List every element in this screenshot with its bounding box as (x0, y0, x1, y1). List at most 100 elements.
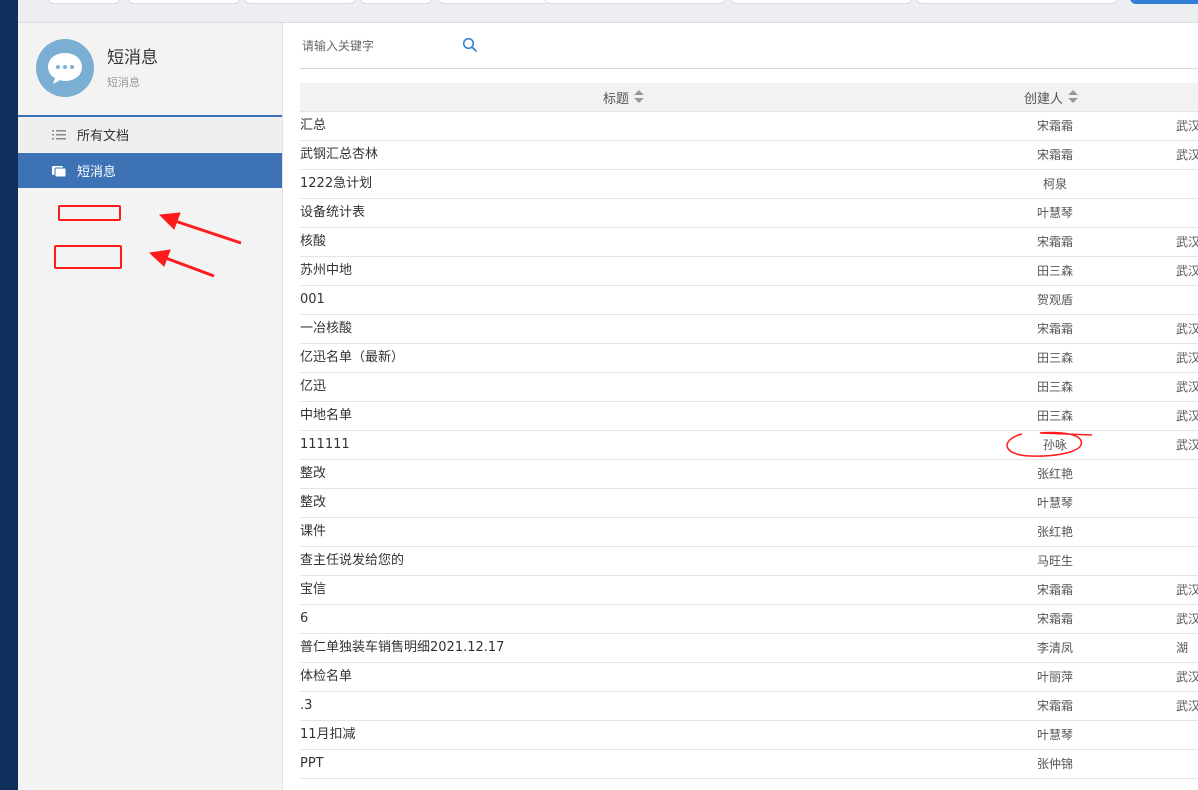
cell-title[interactable]: 亿迅 (300, 373, 326, 401)
top-tab[interactable] (916, 0, 1118, 4)
cell-title[interactable]: 1222急计划 (300, 170, 372, 198)
cell-title[interactable]: 001 (300, 286, 325, 314)
cell-department: 武汉 (1176, 612, 1198, 626)
cell-title[interactable]: 亿迅名单（最新） (300, 344, 404, 372)
cell-creator: 孙咏 (1042, 438, 1067, 452)
chat-bubble-icon (36, 39, 94, 97)
profile-header: 短消息 短消息 (18, 23, 282, 115)
table-row[interactable]: 核酸 宋霜霜 武汉 (300, 228, 1198, 257)
cell-title[interactable]: 一冶核酸 (300, 315, 352, 343)
cell-title[interactable]: .3 (300, 692, 312, 720)
cell-department: 武汉 (1176, 119, 1198, 133)
cell-creator: 柯泉 (1042, 177, 1067, 191)
cell-title[interactable]: 武钢汇总杏林 (300, 141, 378, 169)
top-tab[interactable] (544, 0, 726, 4)
cell-department: 武汉 (1176, 699, 1198, 713)
table-row[interactable]: 1222急计划 柯泉 (300, 170, 1198, 199)
table-row[interactable]: 汇总 宋霜霜 武汉 (300, 112, 1198, 141)
cell-title[interactable]: 宝信 (300, 576, 326, 604)
cell-creator: 田三森 (1036, 409, 1073, 423)
cell-creator: 张红艳 (1036, 467, 1073, 481)
profile-name: 短消息 (107, 48, 158, 68)
table-row[interactable]: 11月扣减 叶慧琴 (300, 721, 1198, 750)
cell-department: 武汉 (1176, 148, 1198, 162)
cell-department: 武汉 (1176, 322, 1198, 336)
table-row[interactable]: 中地名单 田三森 武汉 (300, 402, 1198, 431)
top-tab[interactable] (438, 0, 550, 4)
cell-creator: 贺观盾 (1036, 293, 1073, 307)
cell-creator: 宋霜霜 (1036, 699, 1073, 713)
table-row[interactable]: 6 宋霜霜 武汉 (300, 605, 1198, 634)
top-tab[interactable] (730, 0, 912, 4)
top-tab[interactable] (244, 0, 356, 4)
table-row[interactable]: 课件 张红艳 (300, 518, 1198, 547)
cell-title[interactable]: 汇总 (300, 112, 326, 140)
cell-department: 武汉 (1176, 670, 1198, 684)
cell-title[interactable]: 整改 (300, 460, 326, 488)
column-header-creator[interactable]: 创建人 (1024, 83, 1079, 111)
cell-creator: 宋霜霜 (1036, 119, 1073, 133)
cell-title[interactable]: 中地名单 (300, 402, 352, 430)
table-row[interactable]: 一冶核酸 宋霜霜 武汉 (300, 315, 1198, 344)
profile-subtitle: 短消息 (107, 76, 140, 89)
table-row[interactable]: .3 宋霜霜 武汉 (300, 692, 1198, 721)
table-row[interactable]: 设备统计表 叶慧琴 (300, 199, 1198, 228)
search-icon[interactable] (462, 37, 478, 53)
cell-creator: 宋霜霜 (1036, 235, 1073, 249)
table-header: 标题 创建人 (300, 83, 1198, 112)
column-header-label: 标题 (603, 91, 630, 107)
cell-title[interactable]: PPT (300, 750, 324, 778)
column-header-title[interactable]: 标题 (603, 83, 645, 111)
cell-creator: 张仲锦 (1036, 757, 1073, 771)
table-row[interactable]: 苏州中地 田三森 武汉 (300, 257, 1198, 286)
table-row[interactable]: 查主任说发给您的 马旺生 (300, 547, 1198, 576)
table-row[interactable]: 001 贺观盾 (300, 286, 1198, 315)
table-row[interactable]: 宝信 宋霜霜 武汉 (300, 576, 1198, 605)
cell-creator: 田三森 (1036, 264, 1073, 278)
cell-title[interactable]: 设备统计表 (300, 199, 365, 227)
sidebar-item-label: 短消息 (77, 165, 117, 180)
sort-icon[interactable] (1068, 90, 1079, 104)
top-tab[interactable] (48, 0, 120, 4)
column-header-label: 创建人 (1024, 91, 1064, 107)
cell-title[interactable]: 查主任说发给您的 (300, 547, 404, 575)
table-row[interactable]: 武钢汇总杏林 宋霜霜 武汉 (300, 141, 1198, 170)
table-row[interactable]: 111111 孙咏 武汉 (300, 431, 1198, 460)
table-row[interactable]: 体检名单 叶丽萍 武汉 (300, 663, 1198, 692)
sidebar: 短消息 短消息 所有文档 短消息 (18, 23, 283, 790)
cell-department: 武汉 (1176, 438, 1198, 452)
search-input[interactable] (300, 33, 484, 59)
cell-department: 武汉 (1176, 583, 1198, 597)
table-row[interactable]: 亿迅 田三森 武汉 (300, 373, 1198, 402)
annotation-box (58, 205, 121, 221)
table-row[interactable]: 亿迅名单（最新） 田三森 武汉 (300, 344, 1198, 373)
cell-title[interactable]: 整改 (300, 489, 326, 517)
table-row[interactable]: 整改 张红艳 (300, 460, 1198, 489)
cell-title[interactable]: 6 (300, 605, 308, 633)
top-tab[interactable] (360, 0, 432, 4)
cell-title[interactable]: 核酸 (300, 228, 326, 256)
cell-title[interactable]: 11月扣减 (300, 721, 356, 749)
sidebar-item-all-documents[interactable]: 所有文档 (18, 117, 282, 152)
cell-creator: 李清凤 (1036, 641, 1073, 655)
cell-creator: 宋霜霜 (1036, 322, 1073, 336)
table-row[interactable]: 普仁单独装车销售明细2021.12.17 李清凤 湖 (300, 634, 1198, 663)
cell-title[interactable]: 苏州中地 (300, 257, 352, 285)
cell-title[interactable]: 普仁单独装车销售明细2021.12.17 (300, 634, 504, 662)
table-row[interactable]: 整改 叶慧琴 (300, 489, 1198, 518)
sidebar-item-label: 所有文档 (77, 129, 130, 144)
cell-creator: 叶慧琴 (1036, 496, 1073, 510)
cell-creator: 叶慧琴 (1036, 728, 1073, 742)
cell-title[interactable]: 课件 (300, 518, 326, 546)
cell-title[interactable]: 体检名单 (300, 663, 352, 691)
table-row[interactable]: PPT 张仲锦 (300, 750, 1198, 779)
main-content: 标题 创建人 汇总宋霜霜武汉武钢汇总杏林宋霜霜武汉1222急计划柯泉设备统计表叶… (283, 23, 1198, 790)
cell-department: 湖 (1176, 641, 1189, 655)
cell-creator: 叶丽萍 (1036, 670, 1073, 684)
top-tab[interactable] (128, 0, 240, 4)
top-tab-active[interactable] (1130, 0, 1198, 4)
cell-department: 武汉 (1176, 351, 1198, 365)
sort-icon[interactable] (634, 90, 645, 104)
cell-title[interactable]: 111111 (300, 431, 350, 459)
sidebar-item-short-messages[interactable]: 短消息 (18, 153, 282, 188)
